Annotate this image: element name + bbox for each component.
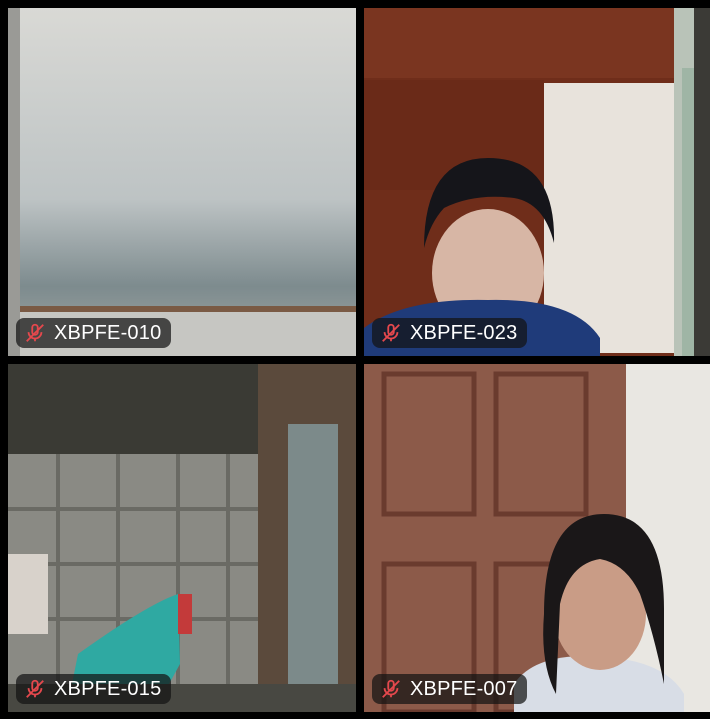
participant-tile-1[interactable]: XBPFE-010 (8, 8, 356, 356)
video-feed (364, 8, 710, 356)
participant-tile-4[interactable]: XBPFE-007 (364, 364, 710, 712)
participant-name: XBPFE-015 (54, 677, 162, 700)
participant-tile-2[interactable]: XBPFE-023 (364, 8, 710, 356)
participant-label: XBPFE-015 (16, 674, 172, 704)
video-feed (364, 364, 710, 712)
video-feed (8, 364, 356, 712)
participant-label: XBPFE-023 (372, 318, 528, 348)
participant-tile-3[interactable]: XBPFE-015 (8, 364, 356, 712)
microphone-muted-icon (26, 323, 44, 342)
participant-name: XBPFE-023 (410, 321, 518, 344)
microphone-muted-icon (26, 679, 44, 698)
microphone-muted-icon (382, 679, 400, 698)
video-grid: XBPFE-010 XBPFE-023 XBPFE-015 XBPFE-007 (0, 0, 710, 719)
microphone-muted-icon (382, 323, 400, 342)
participant-name: XBPFE-007 (410, 677, 518, 700)
participant-label: XBPFE-007 (372, 674, 528, 704)
participant-label: XBPFE-010 (16, 318, 172, 348)
participant-name: XBPFE-010 (54, 321, 162, 344)
video-feed (8, 8, 356, 356)
